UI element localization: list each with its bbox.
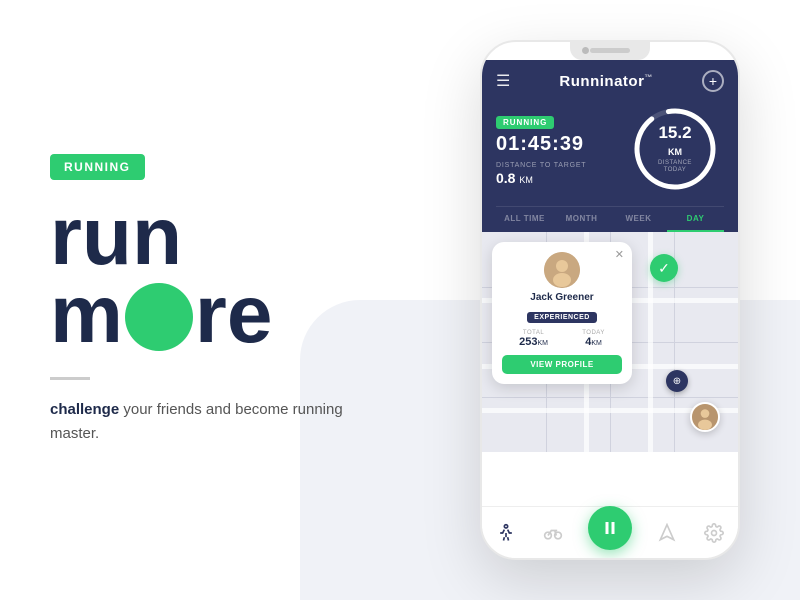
today-stat: TODAY 4KM [582, 330, 605, 348]
time-tabs: ALL TIME MONTH WEEK DAY [496, 206, 724, 232]
circle-progress: 15.2KM DISTANCE TODAY [630, 104, 720, 194]
tab-day[interactable]: DAY [667, 207, 724, 232]
app-stats: RUNNING 01:45:39 DISTANCE TO TARGET 0.8 … [496, 100, 724, 206]
left-panel: RUNNING run mre challenge your friends a… [0, 94, 420, 505]
tab-week[interactable]: WEEK [610, 207, 667, 232]
distance-to-target-value: 0.8 KM [496, 170, 630, 186]
phone-frame: ☰ Runninator™ + RUNNING 01:45:39 DISTANC… [480, 40, 740, 560]
today-value: 4KM [582, 336, 605, 348]
headline-line2: mre [50, 276, 370, 354]
o-decoration [125, 283, 193, 351]
right-panel: ☰ Runninator™ + RUNNING 01:45:39 DISTANC… [420, 0, 800, 600]
user-name: Jack Greener [502, 292, 622, 303]
stats-left: RUNNING 01:45:39 DISTANCE TO TARGET 0.8 … [496, 112, 630, 186]
map-area: ✕ Jack Greener EXPERIENCED [482, 232, 738, 452]
tagline-bold: challenge [50, 401, 119, 418]
location-marker: ⊕ [666, 370, 688, 392]
app-screen: ☰ Runninator™ + RUNNING 01:45:39 DISTANC… [482, 60, 738, 558]
tab-month[interactable]: MONTH [553, 207, 610, 232]
circle-center: 15.2KM DISTANCE TODAY [653, 124, 698, 174]
run-nav-icon[interactable] [494, 521, 518, 545]
user-card: ✕ Jack Greener EXPERIENCED [492, 242, 632, 384]
distance-to-target-label: DISTANCE TO TARGET [496, 162, 630, 169]
bottom-nav [482, 506, 738, 558]
circle-km-value: 15.2KM [653, 124, 698, 158]
view-profile-button[interactable]: VIEW PROFILE [502, 355, 622, 374]
avatar-marker [690, 402, 720, 432]
divider [50, 377, 90, 380]
app-topbar: ☰ Runninator™ + [496, 70, 724, 92]
settings-nav-icon[interactable] [702, 521, 726, 545]
bike-nav-icon[interactable] [541, 521, 565, 545]
total-value: 253KM [519, 336, 548, 348]
app-logo: Runninator™ [559, 73, 653, 90]
phone-speaker [590, 48, 630, 53]
app-header: ☰ Runninator™ + RUNNING 01:45:39 DISTANC… [482, 60, 738, 232]
running-status-badge: RUNNING [496, 116, 554, 129]
directions-nav-icon[interactable] [655, 521, 679, 545]
headline-line1: run [50, 198, 370, 276]
avatar [544, 252, 580, 288]
add-button[interactable]: + [702, 70, 724, 92]
headline-re: re [195, 269, 273, 360]
user-stats-row: TOTAL 253KM TODAY 4KM [502, 330, 622, 348]
user-avatar-wrap [502, 252, 622, 288]
tab-all-time[interactable]: ALL TIME [496, 207, 553, 232]
pause-button[interactable] [588, 506, 632, 550]
running-badge: RUNNING [50, 154, 145, 180]
total-stat: TOTAL 253KM [519, 330, 548, 348]
menu-icon[interactable]: ☰ [496, 71, 510, 91]
check-marker: ✓ [650, 254, 678, 282]
headline-m: m [50, 269, 123, 360]
tagline: challenge your friends and become runnin… [50, 398, 370, 446]
user-level-badge: EXPERIENCED [502, 306, 622, 324]
headline: run mre [50, 198, 370, 354]
circle-label: DISTANCE TODAY [653, 160, 698, 174]
timer-display: 01:45:39 [496, 133, 630, 156]
close-icon[interactable]: ✕ [615, 248, 624, 261]
phone-camera [582, 47, 589, 54]
